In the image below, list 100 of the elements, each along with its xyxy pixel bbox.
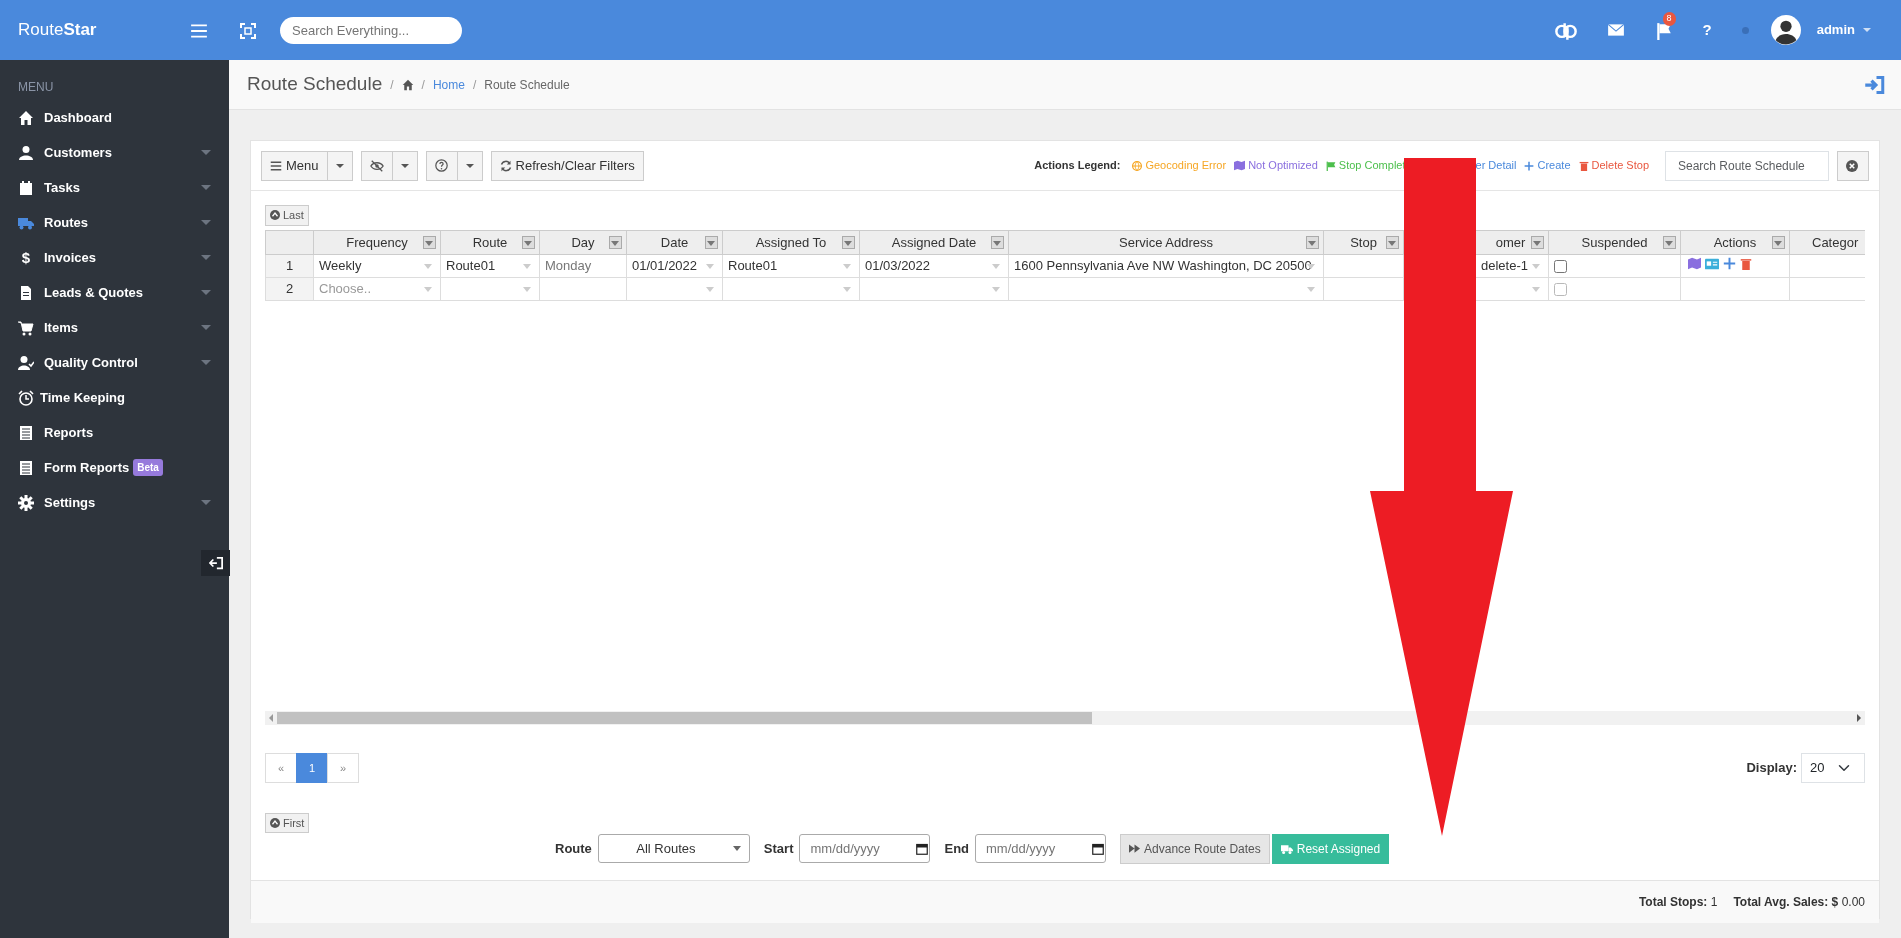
sidebar-item[interactable]: Settings <box>0 485 229 520</box>
menu-icon[interactable] <box>190 21 208 40</box>
legend-text: Create <box>1537 158 1571 174</box>
filter-icon[interactable] <box>1531 235 1544 249</box>
row-number: 2 <box>265 277 314 301</box>
summary-text: Total Avg. Sales: $ 0.00 <box>1733 893 1865 911</box>
page-button[interactable]: 1 <box>296 752 328 783</box>
legend-text: er Detail <box>1475 158 1517 174</box>
legend-text: Stop Complet <box>1338 158 1406 174</box>
dollar-icon: $ <box>18 249 34 266</box>
display-select[interactable]: 20 <box>1801 752 1865 783</box>
column-header[interactable]: Service Address <box>1119 234 1213 250</box>
sidebar-item[interactable]: Form Reports Beta <box>0 450 229 485</box>
column-header[interactable]: Day <box>571 234 595 250</box>
sidebar-item[interactable]: Items <box>0 310 229 345</box>
legend-text: Delete Stop <box>1591 158 1649 174</box>
display-label: Display: <box>1746 759 1797 777</box>
filter-icon[interactable] <box>609 235 622 249</box>
filter-icon[interactable] <box>522 235 535 249</box>
filter-icon[interactable] <box>1386 235 1399 249</box>
page-button[interactable]: « <box>265 752 297 783</box>
map-icon <box>1234 160 1246 171</box>
eye-slash-icon <box>369 158 384 173</box>
advance-dates-button[interactable]: Advance Route Dates <box>1120 833 1270 864</box>
sidebar-item[interactable]: Dashboard <box>0 100 229 135</box>
date-field[interactable]: mm/dd/yyyy <box>975 834 1107 863</box>
user-check-icon <box>18 354 34 371</box>
sidebar-item[interactable]: Leads & Quotes <box>0 275 229 310</box>
help-icon[interactable]: ? <box>1702 18 1712 42</box>
sidebar-item[interactable]: Routes <box>0 205 229 240</box>
checkbox[interactable] <box>1554 260 1567 274</box>
date-field[interactable]: mm/dd/yyyy <box>799 834 931 863</box>
sidebar-item[interactable]: Quality Control <box>0 345 229 380</box>
calendar-icon <box>1092 842 1105 855</box>
plus-icon <box>1524 160 1535 171</box>
sign-in-icon[interactable] <box>1863 74 1885 95</box>
up-circle-icon <box>270 210 280 221</box>
refresh-button[interactable]: Refresh/Clear Filters <box>490 150 644 181</box>
avatar-icon <box>1770 15 1801 45</box>
expand-icon[interactable] <box>240 22 256 39</box>
legend-text: Not Optimized <box>1248 158 1318 174</box>
alarm-clock-icon <box>18 389 34 406</box>
last-button[interactable]: Last <box>265 205 309 226</box>
close-icon <box>1846 159 1858 172</box>
filter-icon[interactable] <box>1772 235 1785 249</box>
flag-icon[interactable] <box>1654 21 1673 40</box>
filter-icon[interactable] <box>842 235 855 249</box>
legend-text: Geocoding Error <box>1145 158 1227 174</box>
help-button[interactable] <box>425 150 458 181</box>
status-dot <box>1741 26 1749 34</box>
truck-icon <box>1280 842 1293 855</box>
beta-badge: Beta <box>133 459 163 476</box>
filter-icon[interactable] <box>423 235 436 249</box>
sidebar-item[interactable]: Customers <box>0 135 229 170</box>
sidebar-item[interactable]: Time Keeping <box>0 380 229 415</box>
clear-search-button[interactable] <box>1837 150 1869 181</box>
filter-icon[interactable] <box>705 235 718 249</box>
gear-icon <box>18 494 34 511</box>
home-icon <box>18 109 34 126</box>
field-label: Start <box>763 839 794 858</box>
search-field[interactable]: Search Everything... <box>280 16 462 44</box>
envelope-icon[interactable] <box>1606 21 1625 39</box>
route-select[interactable]: All Routes <box>597 834 750 863</box>
caret-icon[interactable] <box>1863 28 1871 32</box>
contact-card-icon[interactable] <box>1705 256 1719 271</box>
column-header[interactable]: omer <box>1495 234 1526 250</box>
page-button[interactable]: » <box>327 752 359 783</box>
map-icon <box>1688 257 1701 270</box>
first-button[interactable]: First <box>265 812 310 834</box>
document-icon <box>18 284 34 301</box>
menu-button[interactable]: Menu <box>261 150 328 181</box>
sidebar-item[interactable]: Reports <box>0 415 229 450</box>
help-icon <box>434 159 448 172</box>
menu-icon <box>270 159 282 172</box>
sidebar-item[interactable]: $ Invoices <box>0 240 229 275</box>
summary-text: Total Stops: 1 <box>1638 893 1718 911</box>
row-number: 1 <box>265 254 314 278</box>
filter-icon[interactable] <box>1306 235 1319 249</box>
cart-icon <box>18 319 34 336</box>
dropdown-button[interactable] <box>327 150 353 181</box>
breadcrumb-separator: / <box>472 76 477 94</box>
brand-logo: RouteStar <box>18 20 97 40</box>
flag-icon <box>1325 160 1336 171</box>
search-field[interactable]: Search Route Schedule <box>1665 150 1829 181</box>
column-header[interactable]: Date <box>660 234 689 250</box>
sidebar-item[interactable]: Tasks <box>0 170 229 205</box>
home-icon[interactable] <box>401 78 414 91</box>
user-name[interactable]: admin <box>1816 20 1855 40</box>
checkbox[interactable] <box>1554 283 1567 297</box>
fast-forward-icon <box>1129 843 1141 854</box>
menu-heading: MENU <box>17 79 55 96</box>
breadcrumb-current: Route Schedule <box>484 76 570 94</box>
filter-icon[interactable] <box>1663 235 1676 249</box>
collapse-sidebar-icon[interactable] <box>201 550 230 576</box>
dropdown-button[interactable] <box>457 150 483 181</box>
visibility-button[interactable] <box>360 150 393 181</box>
filter-icon[interactable] <box>991 235 1004 249</box>
field-label: End <box>944 839 970 858</box>
notification-badge: 8 <box>1662 12 1676 26</box>
breadcrumb-separator: / <box>390 76 394 94</box>
